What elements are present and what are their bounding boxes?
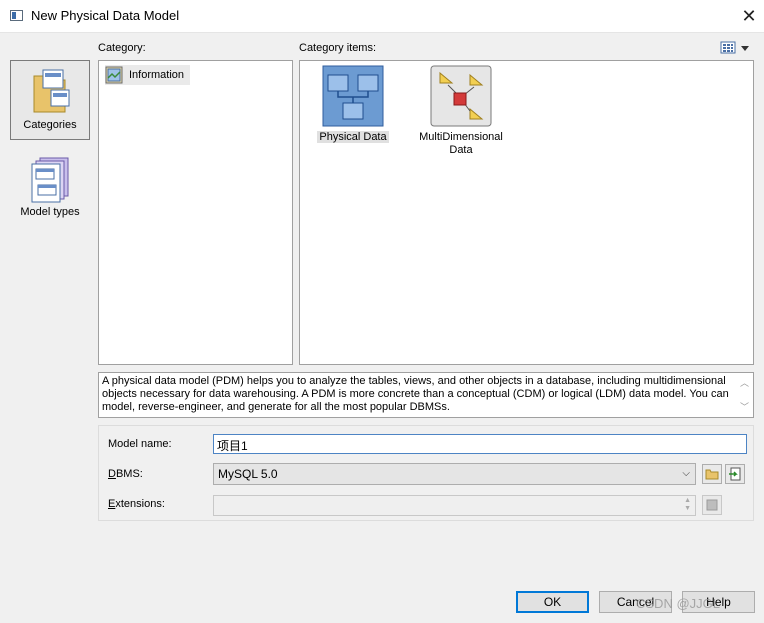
- left-nav: Categories Model types: [10, 60, 90, 230]
- dbms-label-accel: D: [108, 468, 116, 480]
- watermark: CSDN @JJGL: [636, 596, 720, 611]
- attach-dbms-button[interactable]: [725, 464, 745, 484]
- model-types-icon: [31, 157, 69, 203]
- model-fields-group: Model name: 项目1 DBMS: MySQL 5.0 ⌵ Extens…: [98, 425, 754, 521]
- dbms-label: DBMS:: [108, 468, 143, 480]
- browse-folder-button[interactable]: [702, 464, 722, 484]
- chevron-down-icon: ⌵: [682, 468, 690, 479]
- dbms-label-rest: BMS:: [115, 468, 143, 480]
- folder-icon: [705, 469, 719, 480]
- extensions-select-button[interactable]: [702, 495, 722, 515]
- nav-item-categories[interactable]: Categories: [10, 60, 90, 140]
- window-title: New Physical Data Model: [31, 8, 180, 23]
- tree-item-label: Information: [129, 69, 185, 81]
- extensions-label: Extensions:: [108, 498, 165, 510]
- model-name-label: Model name:: [108, 438, 172, 450]
- dbms-value: MySQL 5.0: [218, 467, 278, 481]
- title-bar: New Physical Data Model ✕: [0, 0, 764, 33]
- extensions-field[interactable]: ▲ ▼: [213, 495, 696, 516]
- categories-icon: [33, 69, 70, 113]
- category-item-label-line2: Data: [449, 144, 473, 156]
- scroll-down-icon[interactable]: ﹀: [740, 401, 749, 414]
- close-button[interactable]: ✕: [736, 4, 762, 28]
- category-tree: Information: [98, 60, 293, 365]
- scroll-up-icon[interactable]: ︿: [740, 377, 749, 390]
- category-heading: Category:: [98, 42, 146, 54]
- extensions-label-rest: xtensions:: [115, 498, 165, 510]
- new-physical-data-model-dialog: New Physical Data Model ✕ Categories Mod…: [0, 0, 764, 623]
- model-name-input[interactable]: 项目1: [213, 434, 747, 454]
- category-items-heading: Category items:: [299, 42, 377, 54]
- multidimensional-data-icon: [430, 65, 492, 127]
- category-item-physical-data[interactable]: Physical Data: [314, 65, 392, 144]
- description-box: A physical data model (PDM) helps you to…: [98, 372, 754, 418]
- tree-item-information[interactable]: Information: [105, 65, 191, 85]
- category-item-multidimensional-data[interactable]: MultiDimensional Data: [416, 65, 506, 157]
- dbms-select[interactable]: MySQL 5.0 ⌵: [213, 463, 696, 485]
- app-window-icon: [10, 10, 23, 21]
- physical-data-icon: [322, 65, 384, 127]
- description-text: A physical data model (PDM) helps you to…: [102, 375, 729, 413]
- list-view-icon[interactable]: [720, 40, 752, 56]
- category-items-panel: Physical Data MultiDimensional Data: [299, 60, 754, 365]
- nav-label-categories: Categories: [23, 119, 77, 131]
- spin-arrows-icon: ▲ ▼: [684, 497, 691, 512]
- category-item-label: Physical Data: [317, 131, 389, 143]
- disabled-select-icon: [706, 499, 718, 511]
- attach-file-icon: [729, 467, 741, 481]
- nav-item-model-types[interactable]: Model types: [10, 148, 90, 228]
- ok-button[interactable]: OK: [516, 591, 589, 613]
- nav-label-model-types: Model types: [20, 206, 80, 218]
- category-item-label-line1: MultiDimensional: [419, 131, 503, 143]
- information-icon: [105, 66, 123, 84]
